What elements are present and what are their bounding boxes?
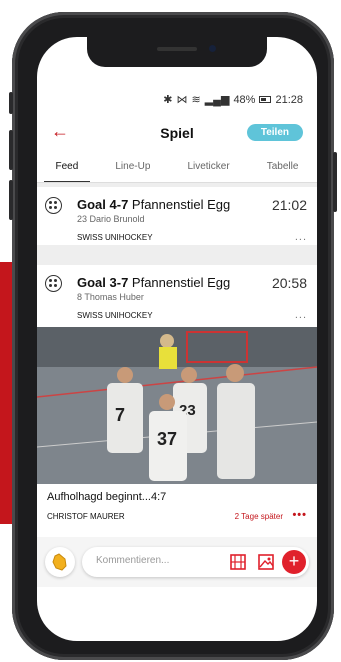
app-header: ← Spiel Teilen: [37, 115, 317, 151]
battery-icon: [259, 96, 272, 103]
goal-time: 21:02: [271, 197, 307, 213]
post-photo[interactable]: 7 23 37: [37, 327, 317, 484]
ball-icon: [45, 197, 62, 214]
post-card[interactable]: 7 23 37 Aufholhagd beginnt...4:7 CHRISTO…: [37, 327, 317, 543]
source-label: SWISS UNIHOCKEY: [77, 233, 153, 242]
floorball-team-image: 7 23 37: [37, 327, 317, 484]
jersey-number: 7: [115, 405, 125, 425]
player-name: 23 Dario Brunold: [77, 214, 145, 224]
goal-card[interactable]: Goal 3-7 Pfannenstiel Egg 8 Thomas Huber…: [37, 265, 317, 327]
jersey-number: 37: [157, 429, 177, 449]
comment-input-wrapper: +: [82, 547, 309, 577]
vibrate-icon: ⋈: [176, 94, 188, 106]
clap-glyph: [52, 553, 67, 571]
clap-icon[interactable]: [45, 547, 75, 577]
notch: [87, 37, 267, 67]
app-screen: ✱ ⋈ ≋ ▂▄▆ 48% 21:28 ← Spiel Teilen Feed …: [37, 37, 317, 641]
power-button: [333, 152, 337, 212]
ball-icon: [45, 275, 62, 292]
status-bar: ✱ ⋈ ≋ ▂▄▆ 48% 21:28: [163, 93, 303, 107]
image-icon[interactable]: [257, 553, 275, 571]
status-time: 21:28: [275, 93, 303, 106]
goal-time: 20:58: [271, 275, 307, 291]
comment-input[interactable]: [96, 555, 206, 566]
wifi-icon: ≋: [191, 94, 201, 106]
source-label: SWISS UNIHOCKEY: [77, 311, 153, 320]
signal-icon: ▂▄▆: [204, 94, 230, 106]
post-more-button[interactable]: •••: [292, 509, 307, 521]
volume-up-button: [9, 130, 13, 170]
camera: [209, 45, 216, 52]
share-button[interactable]: Teilen: [246, 124, 303, 141]
speaker: [157, 47, 197, 51]
tab-line-up[interactable]: Line-Up: [115, 161, 150, 183]
more-button[interactable]: ...: [295, 231, 307, 243]
player-name: 8 Thomas Huber: [77, 292, 144, 302]
tab-liveticker[interactable]: Liveticker: [187, 161, 229, 183]
post-caption: Aufholhagd beginnt...4:7: [47, 491, 167, 503]
more-button[interactable]: ...: [295, 309, 307, 321]
volume-down-button: [9, 180, 13, 220]
battery-percent: 48%: [233, 93, 256, 106]
goal-card[interactable]: Goal 4-7 Pfannenstiel Egg 23 Dario Bruno…: [37, 187, 317, 245]
mute-switch: [9, 92, 13, 114]
plus-icon[interactable]: +: [282, 550, 306, 574]
goal-text: Goal 4-7 Pfannenstiel Egg: [77, 197, 231, 212]
post-author: CHRISTOF MAURER: [47, 512, 125, 521]
film-icon[interactable]: [229, 553, 247, 571]
bluetooth-icon: ✱: [163, 94, 173, 106]
tab-tabelle[interactable]: Tabelle: [267, 161, 299, 183]
post-time-ago: 2 Tage später: [234, 512, 283, 521]
comment-bar: +: [37, 537, 317, 587]
feed[interactable]: Goal 4-7 Pfannenstiel Egg 23 Dario Bruno…: [37, 183, 317, 543]
tab-feed[interactable]: Feed: [43, 161, 91, 183]
tab-bar: Feed Line-Up Liveticker Tabelle: [37, 161, 317, 183]
goal-text: Goal 3-7 Pfannenstiel Egg: [77, 275, 231, 290]
